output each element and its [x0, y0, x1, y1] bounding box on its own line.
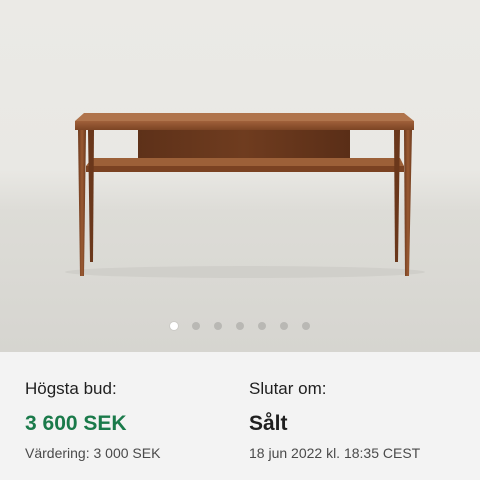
gallery-dot-7[interactable]: [302, 322, 310, 330]
highest-bid-amount: 3 600 SEK: [25, 412, 127, 435]
end-date: 18 jun 2022 kl. 18:35 CEST: [249, 445, 421, 461]
gallery-dot-1[interactable]: [170, 322, 178, 330]
gallery-dot-5[interactable]: [258, 322, 266, 330]
ends-label: Slutar om:: [249, 379, 327, 398]
gallery-dot-4[interactable]: [236, 322, 244, 330]
console-table-photo: [65, 113, 425, 278]
auction-info-panel: Högsta bud: 3 600 SEK Värdering: 3 000 S…: [0, 352, 480, 480]
gallery-pagination: [0, 319, 480, 333]
product-image[interactable]: [0, 0, 480, 352]
auction-status: Sålt: [249, 412, 288, 435]
estimate-value: Värdering: 3 000 SEK: [25, 445, 161, 461]
gallery-dot-2[interactable]: [192, 322, 200, 330]
gallery-dot-3[interactable]: [214, 322, 222, 330]
highest-bid-label: Högsta bud:: [25, 379, 117, 398]
gallery-dot-6[interactable]: [280, 322, 288, 330]
